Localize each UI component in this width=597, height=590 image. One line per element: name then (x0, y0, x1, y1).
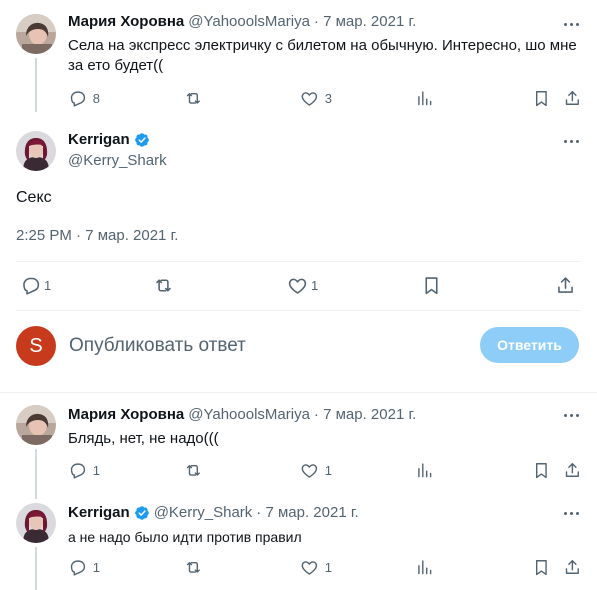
more-icon[interactable] (561, 131, 581, 151)
retweet-button[interactable] (184, 89, 203, 108)
reply-icon (68, 89, 87, 108)
share-button[interactable] (563, 89, 582, 108)
divider (16, 310, 581, 311)
author-handle[interactable]: @YahooolsMariya (188, 12, 310, 32)
bookmark-icon (532, 89, 551, 108)
retweet-icon (184, 89, 203, 108)
verified-icon (134, 132, 150, 148)
avatar[interactable] (16, 405, 56, 445)
share-button[interactable] (555, 275, 576, 296)
bookmark-button[interactable] (532, 461, 551, 480)
bookmark-icon (421, 275, 442, 296)
reply-icon (68, 558, 87, 577)
bookmark-icon (532, 558, 551, 577)
like-count: 1 (324, 559, 332, 575)
like-icon (300, 461, 319, 480)
reply-count: 8 (92, 90, 100, 106)
reply-button[interactable]: 1 (68, 558, 100, 577)
like-count: 3 (324, 90, 332, 106)
views-icon (415, 89, 434, 108)
share-icon (563, 461, 582, 480)
share-icon (563, 558, 582, 577)
views-button[interactable] (415, 558, 434, 577)
retweet-button[interactable] (153, 275, 174, 296)
thread-line (35, 449, 37, 499)
verified-icon (134, 505, 150, 521)
like-count: 1 (324, 462, 332, 478)
avatar[interactable] (16, 131, 56, 171)
tweet-date[interactable]: · 7 мар. 2021 г. (256, 503, 358, 523)
more-icon[interactable] (561, 14, 581, 34)
share-icon (555, 275, 576, 296)
bookmark-button[interactable] (532, 558, 551, 577)
divider (16, 261, 581, 262)
author-name[interactable]: Kerrigan (68, 130, 130, 150)
reply-count: 1 (92, 462, 100, 478)
bookmark-button[interactable] (532, 89, 551, 108)
author-handle[interactable]: @YahooolsMariya (188, 405, 310, 425)
more-icon[interactable] (561, 405, 581, 425)
like-icon (300, 89, 319, 108)
reply-button[interactable]: 8 (68, 89, 100, 108)
reply-submit-label: Ответить (497, 337, 562, 353)
avatar[interactable] (16, 503, 56, 543)
retweet-button[interactable] (184, 558, 203, 577)
thread-line (35, 58, 37, 112)
like-button[interactable]: 1 (300, 558, 332, 577)
tweet-text: Села на экспресс электричку с билетом на… (68, 37, 577, 74)
like-button[interactable]: 1 (287, 275, 318, 296)
like-icon (287, 275, 308, 296)
like-icon (300, 558, 319, 577)
like-count: 1 (311, 278, 319, 293)
tweet-text: Блядь, нет, не надо((( (68, 430, 219, 447)
reply-count: 1 (92, 559, 100, 575)
share-icon (563, 89, 582, 108)
reply-submit-button[interactable]: Ответить (480, 327, 579, 363)
views-icon (415, 461, 434, 480)
divider (0, 392, 597, 393)
tweet-text: а не надо было идти против правил (68, 529, 302, 545)
author-handle[interactable]: @Kerry_Shark (68, 151, 167, 171)
share-button[interactable] (563, 461, 582, 480)
like-button[interactable]: 1 (300, 461, 332, 480)
reply-icon (20, 275, 41, 296)
tweet-date[interactable]: · 7 мар. 2021 г. (314, 12, 416, 32)
retweet-button[interactable] (184, 461, 203, 480)
avatar-letter: S (29, 334, 43, 357)
reply-icon (68, 461, 87, 480)
retweet-icon (184, 558, 203, 577)
reply-input[interactable]: Опубликовать ответ (69, 334, 246, 358)
retweet-icon (184, 461, 203, 480)
views-button[interactable] (415, 89, 434, 108)
tweet-text: Секс (16, 189, 52, 206)
reply-button[interactable]: 1 (68, 461, 100, 480)
views-button[interactable] (415, 461, 434, 480)
avatar[interactable] (16, 14, 56, 54)
author-name[interactable]: Мария Хоровна (68, 12, 184, 32)
reply-count: 1 (44, 278, 52, 293)
author-handle[interactable]: @Kerry_Shark (154, 503, 253, 523)
views-icon (415, 558, 434, 577)
user-avatar[interactable]: S (16, 326, 56, 366)
thread-line (35, 547, 37, 590)
tweet-timestamp[interactable]: 2:25 PM · 7 мар. 2021 г. (16, 226, 178, 246)
author-name[interactable]: Kerrigan (68, 503, 130, 523)
share-button[interactable] (563, 558, 582, 577)
tweet-date[interactable]: · 7 мар. 2021 г. (314, 405, 416, 425)
bookmark-button[interactable] (421, 275, 442, 296)
more-icon[interactable] (561, 503, 581, 523)
retweet-icon (153, 275, 174, 296)
author-name[interactable]: Мария Хоровна (68, 405, 184, 425)
bookmark-icon (532, 461, 551, 480)
like-button[interactable]: 3 (300, 89, 332, 108)
reply-button[interactable]: 1 (20, 275, 51, 296)
